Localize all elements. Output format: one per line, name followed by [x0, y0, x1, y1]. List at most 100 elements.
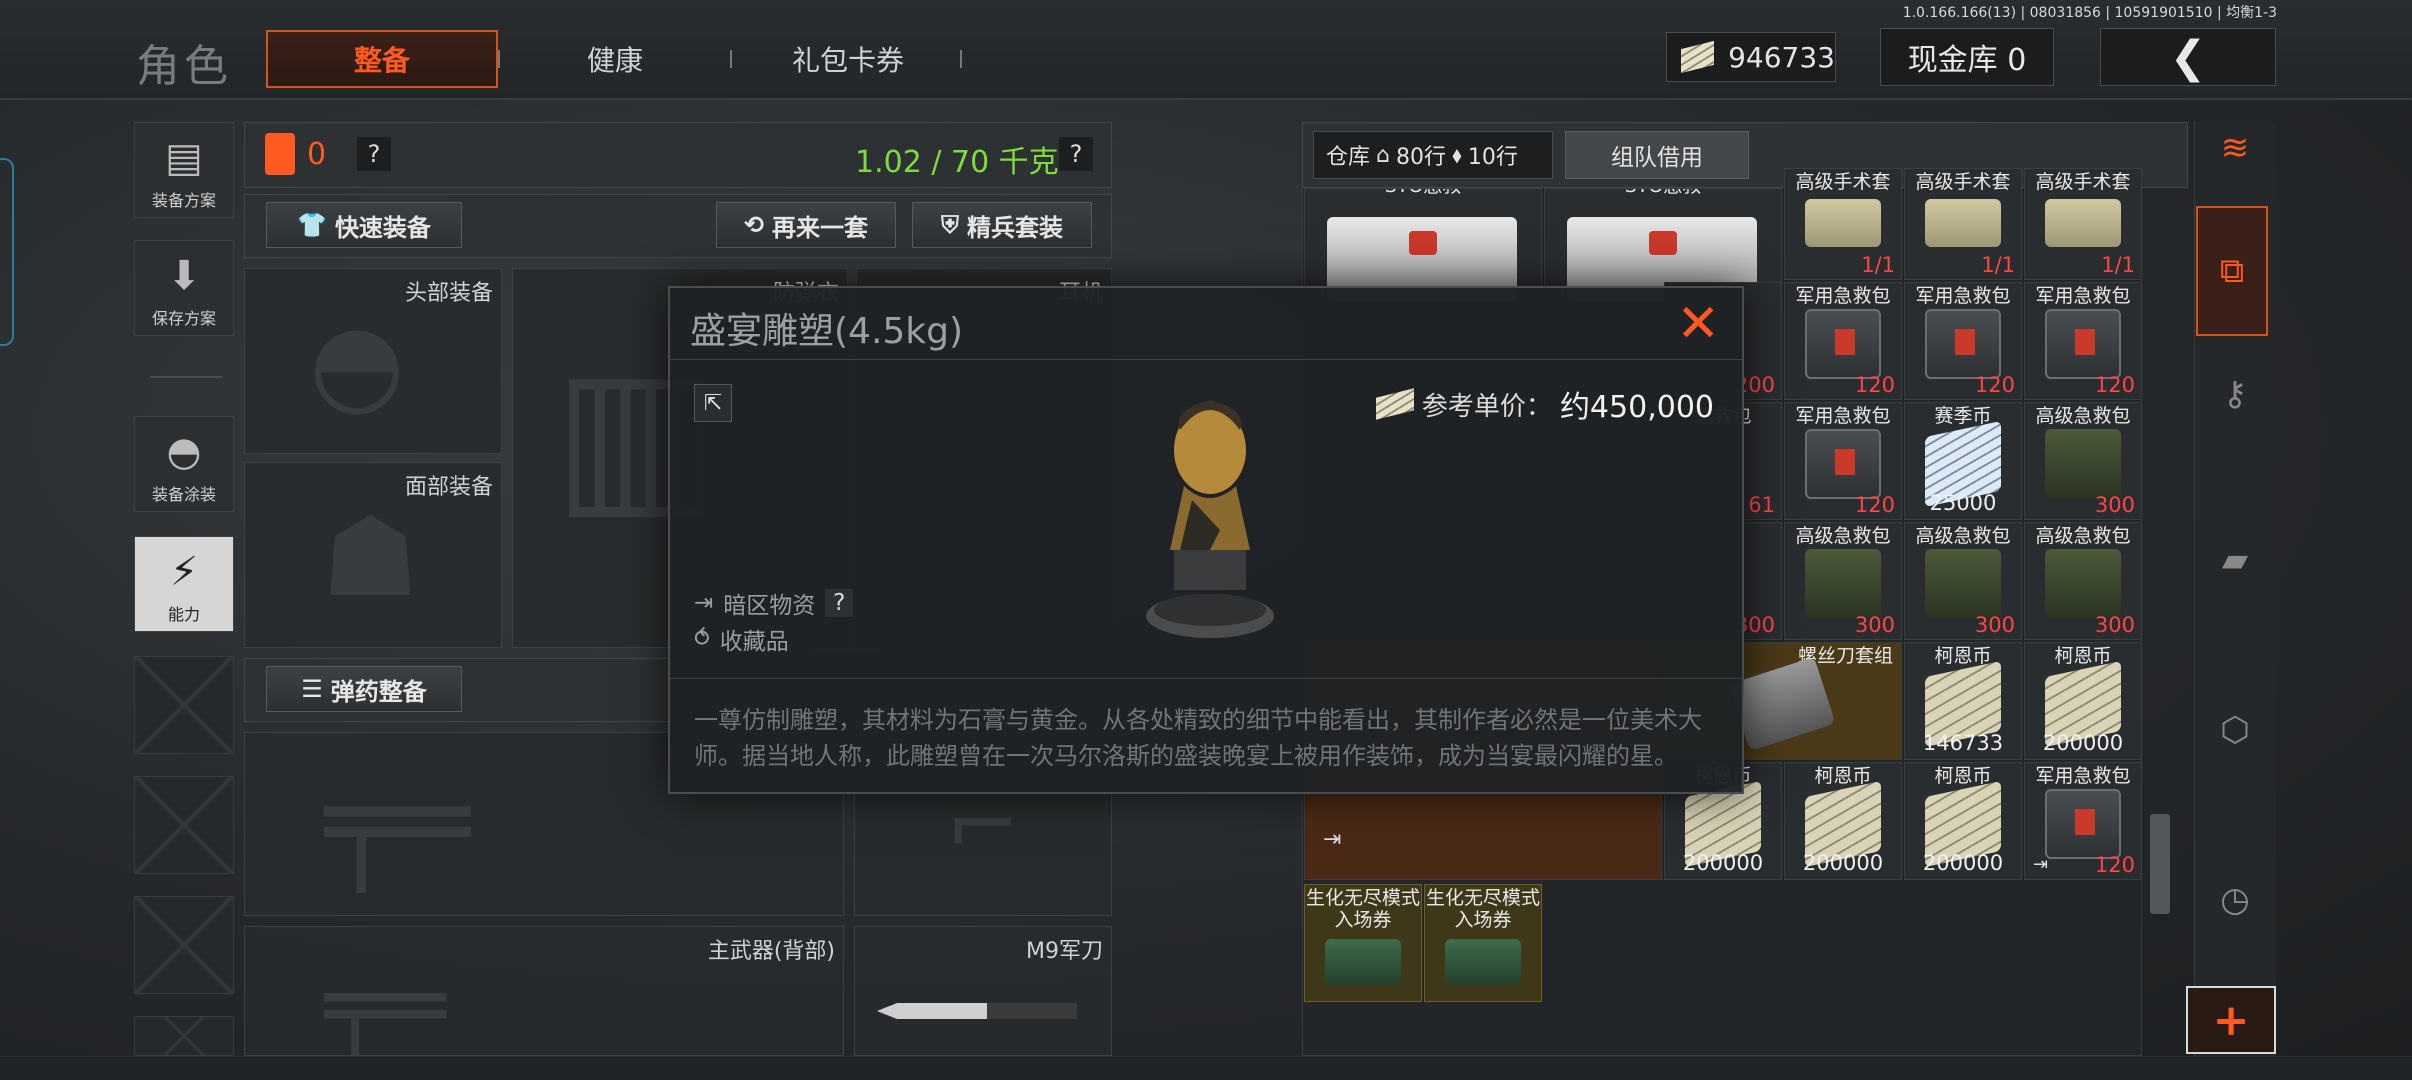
warehouse-capacity[interactable]: 仓库 ⌂ 80行 ⬧ 10行: [1313, 131, 1553, 179]
modal-title: 盛宴雕塑(4.5kg): [690, 311, 964, 352]
item-name: 柯恩币: [1814, 765, 1872, 787]
exit-icon: ⇥: [2033, 854, 2049, 875]
sidebar-divider: [150, 376, 222, 378]
inventory-item[interactable]: 军用急救包 120: [2024, 282, 2142, 400]
sidebar-item-label: 保存方案: [151, 309, 216, 328]
money-stack-icon[interactable]: ▰: [2194, 540, 2276, 580]
add-button[interactable]: +: [2186, 986, 2276, 1054]
item-count: 61: [1748, 493, 1775, 517]
elite-label: 精兵套装: [967, 213, 1063, 242]
red-cross-icon: [1649, 231, 1677, 255]
ammo-prep-button[interactable]: ☰ 弹药整备: [266, 666, 462, 712]
sidebar-item-ability[interactable]: ⚡ 能力: [134, 536, 234, 632]
page-title: 角色: [136, 41, 232, 92]
item-detail-modal: 盛宴雕塑(4.5kg) ✕ ⇱ 参考单价： 约450,000 ⇥ 暗区物资 ? …: [668, 286, 1744, 794]
reference-price: 参考单价： 约450,000: [1375, 382, 1714, 426]
inventory-item[interactable]: 柯恩币 200000: [1904, 762, 2022, 880]
sidebar-item-skins[interactable]: ◓ 装备涂装: [134, 416, 234, 512]
team-borrow-button[interactable]: 组队借用: [1565, 131, 1749, 179]
item-name: 柯恩币: [2054, 645, 2112, 667]
layers-icon[interactable]: ≋: [2194, 128, 2276, 168]
ammo-icon: ☰: [301, 675, 323, 703]
inventory-item[interactable]: 柯恩币 200000: [2024, 642, 2142, 760]
inventory-item[interactable]: 高级急救包 300: [1784, 522, 1902, 640]
quick-equip-button[interactable]: 👕 快速装备: [266, 202, 462, 248]
tab-separator: [960, 50, 962, 68]
armor-help-button[interactable]: ?: [357, 137, 391, 171]
sidebar-item-label: 装备涂装: [151, 485, 216, 504]
weight-text: 1.02 / 70 千克: [855, 145, 1059, 180]
rifle-icon: ╤═: [325, 753, 470, 892]
inventory-item[interactable]: 柯恩币 200000: [1784, 762, 1902, 880]
share-button[interactable]: ⇱: [694, 384, 732, 422]
key-icon[interactable]: ⚷: [2194, 374, 2276, 414]
inventory-item[interactable]: 生化无尽模式入场券: [1424, 884, 1542, 1002]
armor-count: 0: [307, 137, 327, 172]
inventory-item[interactable]: 生化无尽模式入场券: [1304, 884, 1422, 1002]
exit-icon: ⇥: [694, 590, 714, 616]
armor-icon: [265, 133, 295, 175]
tab-gift-coupons[interactable]: 礼包卡券: [750, 30, 946, 88]
inventory-item[interactable]: 高级手术套 1/1: [2024, 168, 2142, 280]
warehouse-rows-a: 80行: [1395, 145, 1446, 170]
inventory-item[interactable]: 高级手术套 1/1: [1784, 168, 1902, 280]
tab-loadout[interactable]: 整备: [266, 30, 498, 88]
inventory-item[interactable]: 赛季币 25000: [1904, 402, 2022, 520]
back-weapon-slot[interactable]: 主武器(背部) ╤═: [244, 926, 844, 1064]
item-name: 军用急救包: [1795, 405, 1891, 427]
stash-tab-button[interactable]: ⧉: [2196, 206, 2268, 336]
inventory-item[interactable]: 柯恩币 146733: [1904, 642, 2022, 760]
item-count: 1/1: [1861, 253, 1895, 277]
clock-icon[interactable]: ◷: [2194, 880, 2276, 920]
reference-label: 参考单价：: [1421, 391, 1552, 422]
item-name: 柯恩币: [1934, 645, 1992, 667]
inventory-item[interactable]: 高级急救包 300: [2024, 522, 2142, 640]
item-count: 1/1: [1981, 253, 2015, 277]
inventory-item[interactable]: 军用急救包 120: [1784, 282, 1902, 400]
slot-label: M9军刀: [1026, 939, 1103, 964]
sidebar-item-save-plan[interactable]: ⬇ 保存方案: [134, 240, 234, 336]
helmet-icon: ◓: [309, 299, 405, 427]
back-button[interactable]: ❮: [2100, 28, 2276, 86]
inventory-item[interactable]: 高级急救包 300: [1904, 522, 2022, 640]
head-gear-slot[interactable]: 头部装备 ◓: [244, 268, 502, 454]
bottom-strip: [0, 1056, 2412, 1080]
back-arrow-icon: ❮: [2169, 31, 2207, 83]
inventory-item[interactable]: 军用急救包 120: [1784, 402, 1902, 520]
tab-separator: [730, 50, 732, 68]
gas-mask-icon: ☗: [321, 493, 420, 621]
box-icon[interactable]: ⬡: [2194, 710, 2276, 750]
again-button[interactable]: ⟲ 再来一套: [716, 202, 896, 248]
lightning-icon: ⚡: [169, 549, 199, 595]
ticket-icon: [1325, 939, 1401, 985]
cash-vault-button[interactable]: 现金库 0: [1880, 28, 2054, 86]
inventory-item[interactable]: 军用急救包 120 ⇥: [2024, 762, 2142, 880]
item-name: 高级急救包: [2035, 405, 2131, 427]
weight-help-button[interactable]: ?: [1059, 137, 1093, 171]
tag-help-button[interactable]: ?: [825, 589, 854, 617]
side-pull-tab[interactable]: [0, 158, 14, 346]
warehouse-label: 仓库: [1326, 145, 1371, 170]
military-medkit-icon: [1805, 429, 1881, 499]
item-name: 高级手术套: [1795, 171, 1891, 193]
inventory-item[interactable]: 军用急救包 120: [1904, 282, 2022, 400]
face-gear-slot[interactable]: 面部装备 ☗: [244, 462, 502, 648]
advanced-medkit-icon: [1805, 549, 1881, 619]
item-value: 25000: [1929, 491, 1997, 515]
advanced-medkit-icon: [2045, 549, 2121, 619]
warehouse-scrollbar[interactable]: [2150, 814, 2170, 914]
money-display: 946733: [1666, 32, 1836, 82]
sidebar-item-loadout-plan[interactable]: ▤ 装备方案: [134, 122, 234, 218]
tab-health[interactable]: 健康: [520, 30, 710, 88]
close-button[interactable]: ✕: [1676, 294, 1720, 354]
share-icon: ⇱: [703, 390, 723, 416]
item-name: 军用急救包: [2035, 285, 2131, 307]
knife-slot[interactable]: M9军刀: [854, 926, 1112, 1056]
exit-icon: ⇥: [1323, 827, 1342, 852]
refresh-icon: ⟲: [743, 211, 765, 239]
inventory-item[interactable]: 高级急救包 300: [2024, 402, 2142, 520]
inventory-item[interactable]: 高级手术套 1/1: [1904, 168, 2022, 280]
red-cross-icon: [1409, 231, 1437, 255]
download-icon: ⬇: [167, 253, 201, 299]
elite-set-button[interactable]: ⛨ 精兵套装: [912, 202, 1092, 248]
